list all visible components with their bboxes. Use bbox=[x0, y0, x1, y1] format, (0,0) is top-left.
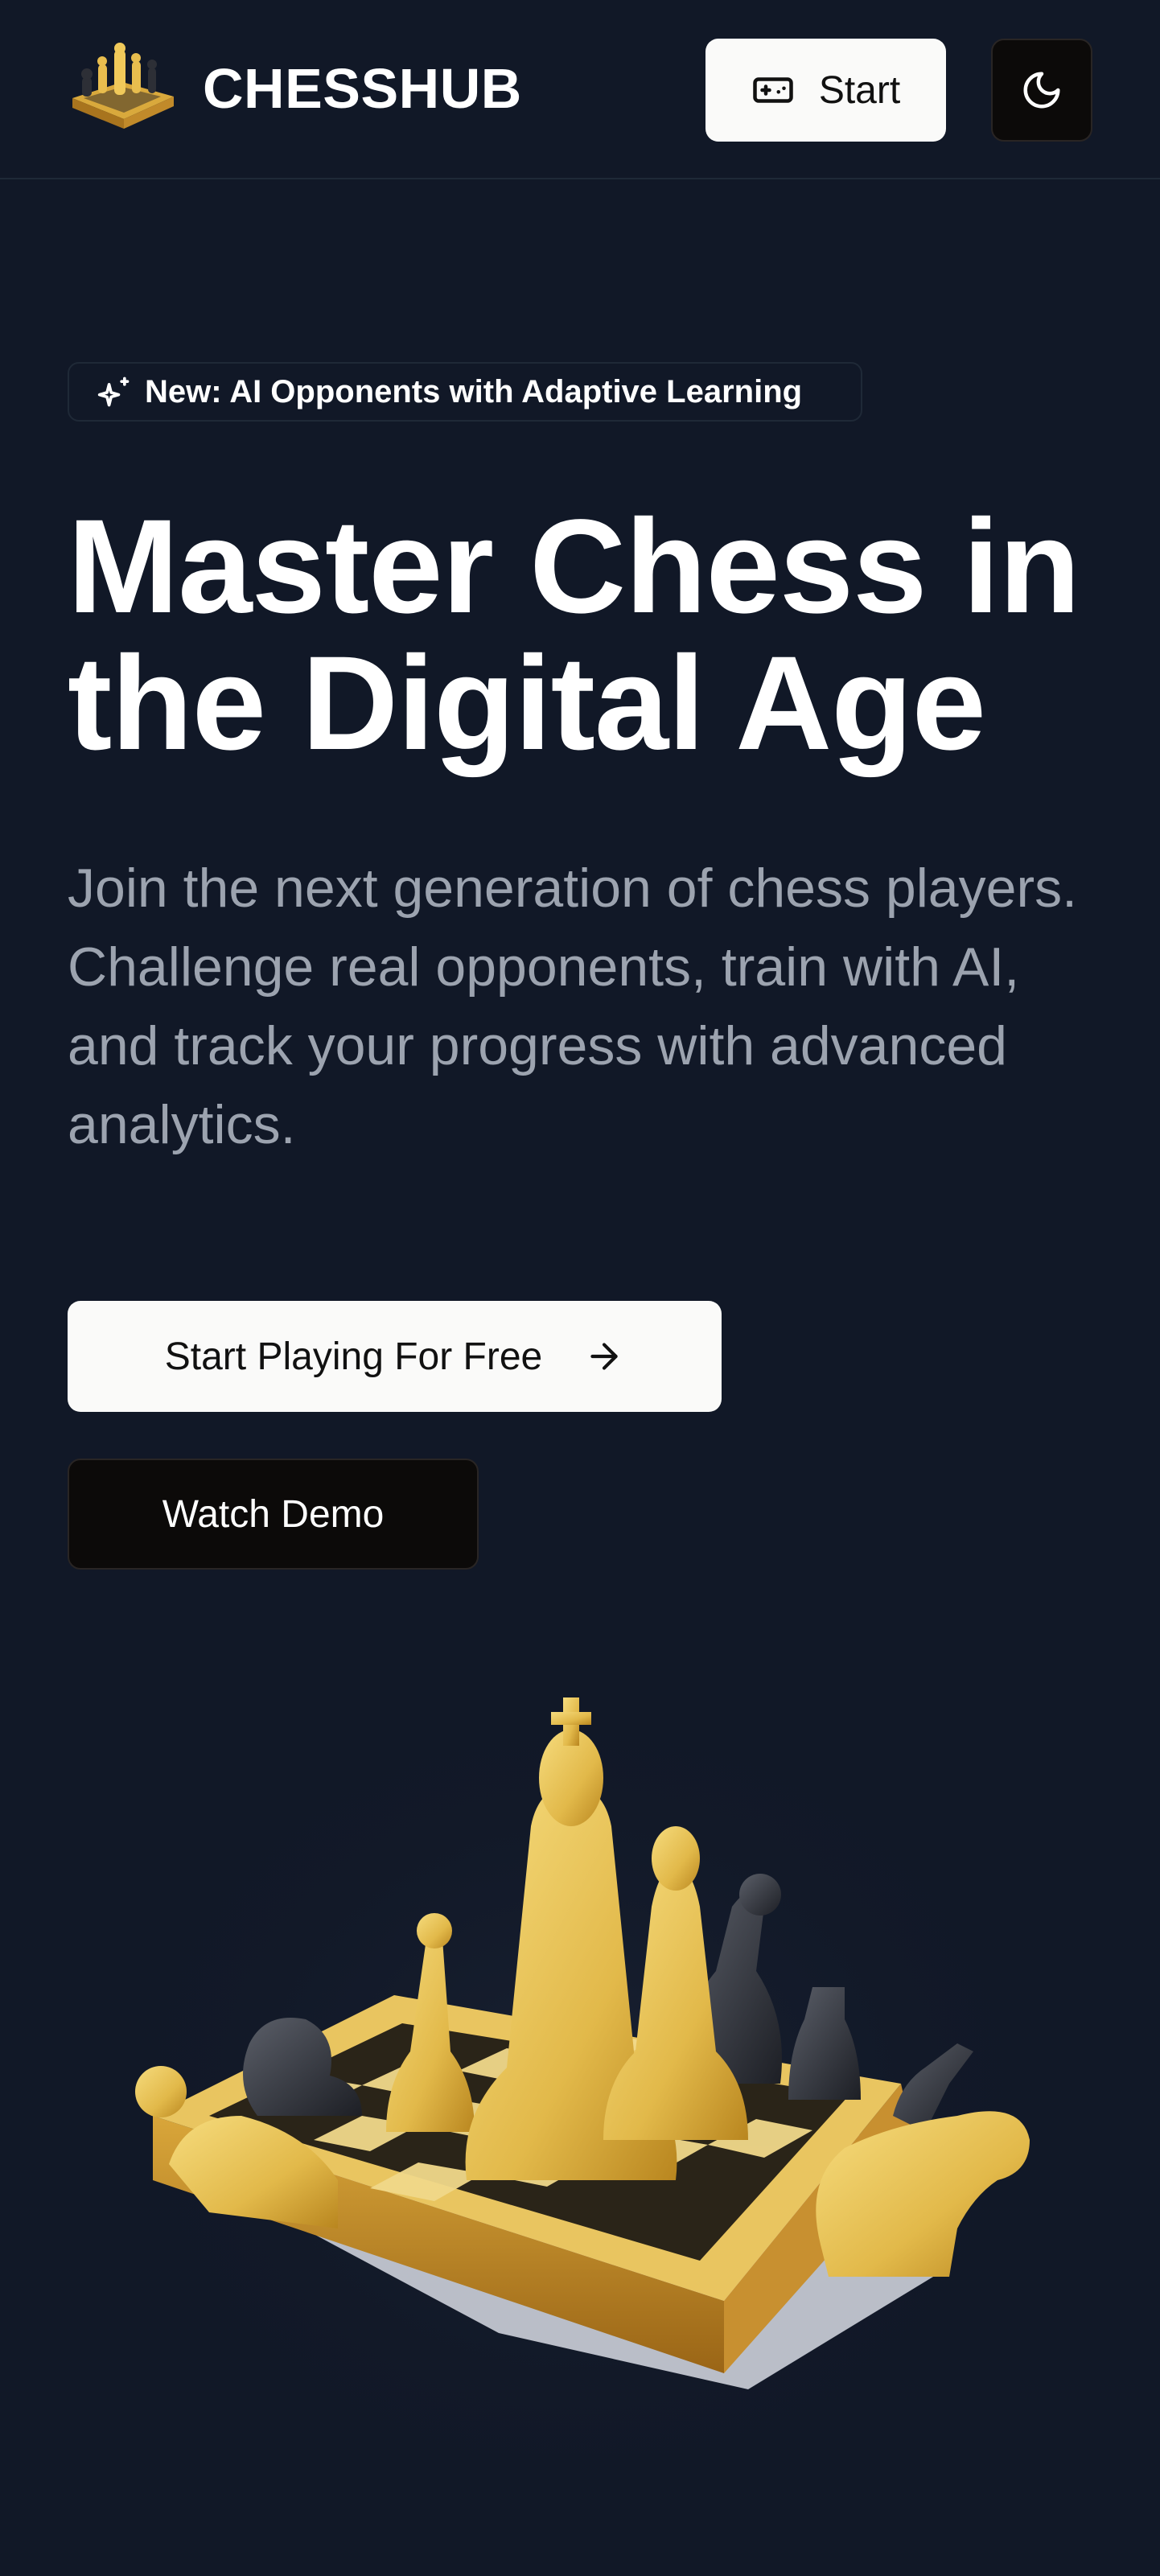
watch-demo-label: Watch Demo bbox=[162, 1492, 385, 1536]
site-header: CHESSHUB Start bbox=[0, 0, 1160, 179]
sparkles-icon bbox=[97, 377, 130, 407]
start-button-label: Start bbox=[818, 68, 901, 112]
moon-icon bbox=[1023, 72, 1060, 109]
chess-logo-icon[interactable] bbox=[66, 40, 179, 135]
start-playing-button[interactable]: Start Playing For Free bbox=[68, 1301, 722, 1412]
watch-demo-button[interactable]: Watch Demo bbox=[68, 1459, 479, 1570]
start-button[interactable]: Start bbox=[705, 39, 946, 142]
hero-subtitle: Join the next generation of chess player… bbox=[68, 858, 1077, 1155]
arrow-right-icon bbox=[590, 1343, 618, 1370]
gamepad-icon bbox=[753, 77, 793, 103]
start-playing-label: Start Playing For Free bbox=[164, 1335, 543, 1378]
theme-toggle-button[interactable] bbox=[991, 39, 1092, 142]
announcement-badge: New: AI Opponents with Adaptive Learning bbox=[68, 362, 862, 422]
badge-text: New: AI Opponents with Adaptive Learning bbox=[145, 373, 803, 409]
hero-title: Master Chess in the Digital Age bbox=[68, 492, 1080, 778]
chess-board-illustration bbox=[121, 1665, 1038, 2454]
brand-name[interactable]: CHESSHUB bbox=[203, 56, 522, 121]
